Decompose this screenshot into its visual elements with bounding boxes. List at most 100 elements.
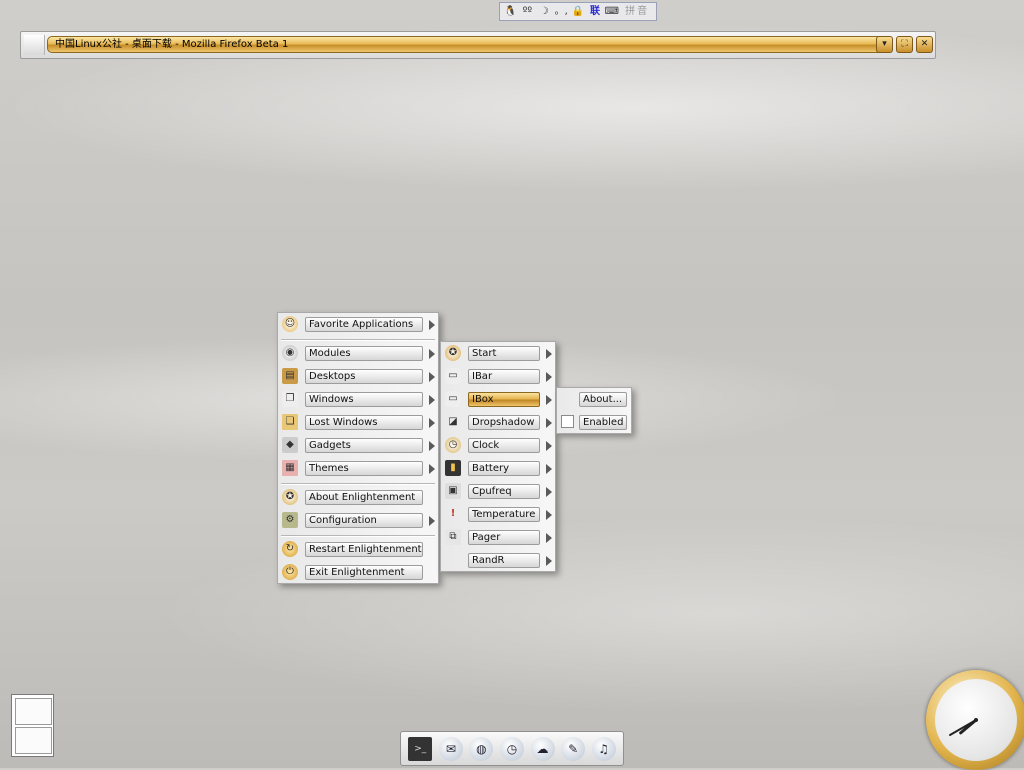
menu-item-label: RandR <box>468 553 540 568</box>
keyboard-icon[interactable]: ⌨ <box>604 4 619 19</box>
ibar-icon: ▭ <box>445 368 461 384</box>
clock-center <box>974 718 978 722</box>
pager-desk-1[interactable] <box>15 698 52 725</box>
menu-item-label: Restart Enlightenment <box>305 542 423 557</box>
ibar-dock: >_ ✉ ◍ ◷ ☁ ✎ ♫ <box>400 731 624 766</box>
submenu-arrow-icon <box>429 372 435 382</box>
moon-icon[interactable]: ☽ <box>537 4 552 19</box>
module-item-clock[interactable]: ◷ Clock <box>441 434 555 457</box>
module-item-start[interactable]: ✪ Start <box>441 342 555 365</box>
menu-item-exit-enlightenment[interactable]: ⏻ Exit Enlightenment <box>278 561 438 584</box>
submenu-arrow-icon <box>429 395 435 405</box>
pager-icon: ⧉ <box>445 529 461 545</box>
input-method-toolbar: 🐧 ºº ☽ 。, 🔒 联 ⌨ 拼音 <box>499 2 657 21</box>
menu-separator <box>281 535 435 537</box>
clock-face <box>935 679 1017 761</box>
themes-icon: ▦ <box>282 460 298 476</box>
enabled-checkbox[interactable] <box>561 415 574 428</box>
ibox-about-item[interactable]: About... <box>557 388 631 411</box>
maximize-button[interactable]: ⛶ <box>896 36 913 53</box>
menu-item-label: IBar <box>468 369 540 384</box>
module-item-ibar[interactable]: ▭ IBar <box>441 365 555 388</box>
submenu-arrow-icon <box>546 372 552 382</box>
submenu-arrow-icon <box>429 320 435 330</box>
menu-item-themes[interactable]: ▦ Themes <box>278 457 438 480</box>
menu-item-label: Clock <box>468 438 540 453</box>
pinyin-label[interactable]: 拼音 <box>621 4 653 19</box>
menu-item-about-enlightenment[interactable]: ✪ About Enlightenment <box>278 486 438 509</box>
menu-item-label: About... <box>579 392 627 407</box>
lian-button[interactable]: 联 <box>588 4 603 19</box>
close-icon: ✕ <box>920 39 929 49</box>
menu-item-lost-windows[interactable]: ❏ Lost Windows <box>278 411 438 434</box>
punct-icon[interactable]: 。, <box>554 4 569 19</box>
penguin-icon[interactable]: 🐧 <box>503 4 518 19</box>
menu-item-label: Configuration <box>305 513 423 528</box>
window-menu-grip[interactable] <box>24 35 45 55</box>
menu-item-gadgets[interactable]: ◆ Gadgets <box>278 434 438 457</box>
browser-icon[interactable]: ◍ <box>469 736 494 761</box>
menu-item-restart-enlightenment[interactable]: ↻ Restart Enlightenment <box>278 538 438 561</box>
menu-item-label: Windows <box>305 392 423 407</box>
submenu-arrow-icon <box>546 441 552 451</box>
ibox-enabled-item[interactable]: Enabled <box>557 411 631 434</box>
module-item-ibox[interactable]: ▭ IBox <box>441 388 555 411</box>
module-item-pager[interactable]: ⧉ Pager <box>441 526 555 549</box>
desktops-icon: ▤ <box>282 368 298 384</box>
submenu-arrow-icon <box>546 395 552 405</box>
shade-button[interactable]: ▾ <box>876 36 893 53</box>
lock-icon[interactable]: 🔒 <box>571 4 586 19</box>
menu-item-label: Battery <box>468 461 540 476</box>
submenu-arrow-icon <box>546 510 552 520</box>
menu-item-label: Enabled <box>579 415 627 430</box>
menu-item-label: Pager <box>468 530 540 545</box>
start-icon: ✪ <box>445 345 461 361</box>
about-icon: ✪ <box>282 489 298 505</box>
menu-item-label: Dropshadow <box>468 415 540 430</box>
submenu-arrow-icon <box>546 533 552 543</box>
module-item-randr[interactable]: RandR <box>441 549 555 572</box>
gimp-icon[interactable]: ✎ <box>561 736 586 761</box>
menu-item-modules[interactable]: ◉ Modules <box>278 342 438 365</box>
module-item-battery[interactable]: ▮ Battery <box>441 457 555 480</box>
dropshadow-icon: ◪ <box>448 416 458 427</box>
mail-icon[interactable]: ✉ <box>438 736 463 761</box>
chat-icon[interactable]: ☁ <box>530 736 555 761</box>
mode-icon[interactable]: ºº <box>520 4 535 19</box>
menu-separator <box>281 339 435 341</box>
module-item-dropshadow[interactable]: ◪ Dropshadow <box>441 411 555 434</box>
menu-item-label: About Enlightenment <box>305 490 423 505</box>
modules-submenu: ✪ Start ▭ IBar ▭ IBox ◪ Dropshadow ◷ Clo… <box>440 341 556 572</box>
menu-item-favorite-applications[interactable]: ☺ Favorite Applications <box>278 313 438 336</box>
menu-item-configuration[interactable]: ⚙ Configuration <box>278 509 438 532</box>
restart-icon: ↻ <box>282 541 298 557</box>
submenu-arrow-icon <box>546 556 552 566</box>
close-button[interactable]: ✕ <box>916 36 933 53</box>
menu-item-label: Temperature <box>468 507 540 522</box>
module-item-temperature[interactable]: ! Temperature <box>441 503 555 526</box>
menu-item-windows[interactable]: ❐ Windows <box>278 388 438 411</box>
menu-item-label: Lost Windows <box>305 415 423 430</box>
power-icon: ⏻ <box>282 564 298 580</box>
clock-gadget <box>926 670 1024 770</box>
module-item-cpufreq[interactable]: ▣ Cpufreq <box>441 480 555 503</box>
pager-desk-2[interactable] <box>15 727 52 754</box>
menu-item-label: Desktops <box>305 369 423 384</box>
menu-item-label: Cpufreq <box>468 484 540 499</box>
submenu-arrow-icon <box>546 464 552 474</box>
media-icon[interactable]: ♫ <box>591 736 616 761</box>
window-title[interactable]: 中国Linux公社 - 桌面下载 - Mozilla Firefox Beta … <box>47 36 889 53</box>
submenu-arrow-icon <box>546 418 552 428</box>
chevron-down-icon: ▾ <box>882 39 887 49</box>
menu-item-label: Modules <box>305 346 423 361</box>
terminal-icon[interactable]: >_ <box>408 736 433 761</box>
modules-icon: ◉ <box>282 345 298 361</box>
menu-item-desktops[interactable]: ▤ Desktops <box>278 365 438 388</box>
temperature-icon: ! <box>450 508 456 519</box>
submenu-arrow-icon <box>429 349 435 359</box>
clock-app-icon[interactable]: ◷ <box>499 736 524 761</box>
menu-item-label: Start <box>468 346 540 361</box>
window-titlebar[interactable]: 中国Linux公社 - 桌面下载 - Mozilla Firefox Beta … <box>20 31 936 59</box>
maximize-icon: ⛶ <box>901 39 908 49</box>
main-menu: ☺ Favorite Applications ◉ Modules ▤ Desk… <box>277 312 439 584</box>
